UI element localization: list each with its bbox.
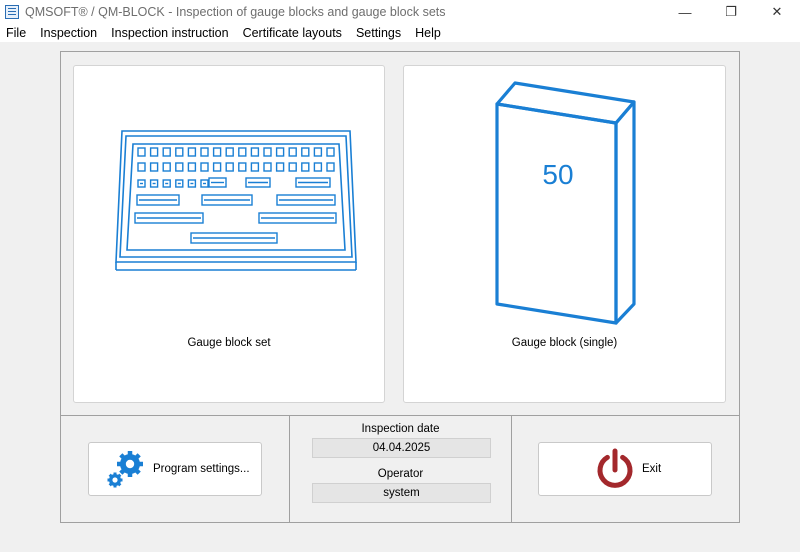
gauge-block-single-tile[interactable]: 50 Gauge block (single) [403, 65, 726, 403]
gauge-block-cell [187, 147, 197, 157]
minimize-icon[interactable]: — [662, 0, 708, 24]
menu-certificate-layouts[interactable]: Certificate layouts [236, 26, 349, 40]
gear-tooth [119, 478, 123, 482]
right-divider [511, 415, 512, 523]
gauge-block-cell [175, 147, 184, 157]
gauge-block-set-icon [115, 130, 357, 271]
gauge-block-cell [238, 162, 247, 172]
gauge-block-cell [137, 147, 146, 157]
gauge-block-cell [275, 147, 285, 157]
program-settings-label: Program settings... [153, 463, 250, 475]
gauge-block-cell [313, 147, 323, 157]
gauge-block-cell [200, 162, 209, 172]
title-bar: QMSOFT® / QM-BLOCK - Inspection of gauge… [0, 0, 800, 24]
gauge-block-cell [250, 162, 260, 172]
gauge-block-cell [301, 162, 310, 172]
gauge-block-cell [250, 147, 260, 157]
operator-label: Operator [377, 468, 424, 480]
gauge-block-cell [149, 162, 159, 172]
menu-file[interactable]: File [0, 26, 33, 40]
menu-inspection[interactable]: Inspection [33, 26, 104, 40]
menu-inspection-instruction[interactable]: Inspection instruction [104, 26, 235, 40]
gear-tooth [138, 461, 143, 467]
gear-icon [107, 451, 143, 488]
gauge-block-cell [263, 147, 272, 157]
gauge-block-cell [275, 162, 285, 172]
gauge-block-cell [238, 147, 247, 157]
inspection-date-label: Inspection date [361, 423, 440, 435]
gauge-block-single-icon: 50 [495, 81, 636, 325]
menu-settings[interactable]: Settings [349, 26, 408, 40]
gauge-block-cell [212, 162, 222, 172]
gauge-block-cell [288, 162, 297, 172]
gauge-block-cell [301, 147, 310, 157]
window-controls: — ❐ ✕ [662, 0, 800, 24]
gauge-block-size-text: 50 [542, 159, 573, 190]
gear-tooth [113, 484, 117, 488]
power-icon [597, 448, 633, 488]
gauge-block-cell [313, 162, 323, 172]
menu-bar: File Inspection Inspection instruction C… [0, 24, 800, 42]
gauge-block-cell [175, 162, 184, 172]
gauge-block-cell [162, 162, 171, 172]
inspection-date-field: 04.04.2025 [312, 438, 491, 458]
gauge-block-cell [149, 147, 159, 157]
main-panel: Gauge block set 50 Gauge block (single) [60, 51, 740, 523]
gauge-block-cell [326, 162, 335, 172]
gauge-block-cell [137, 162, 146, 172]
gear-tooth [127, 472, 133, 477]
inspection-info-panel: Inspection date 04.04.2025 Operator syst… [290, 416, 511, 523]
gauge-block-cell [326, 147, 335, 157]
gauge-block-cell [187, 162, 197, 172]
maximize-icon[interactable]: ❐ [708, 0, 754, 24]
gear-tooth [107, 478, 111, 482]
gauge-block-cell [162, 147, 171, 157]
close-icon[interactable]: ✕ [754, 0, 800, 24]
gear-tooth [113, 472, 117, 476]
gauge-block-cell [288, 147, 297, 157]
gauge-block-cell [225, 162, 234, 172]
gear-tooth [117, 461, 122, 467]
gauge-block-cell [225, 147, 234, 157]
gauge-block-cell [263, 162, 272, 172]
program-settings-button[interactable]: Program settings... [88, 442, 262, 496]
gauge-block-cell [212, 147, 222, 157]
exit-button[interactable]: Exit [538, 442, 712, 496]
gauge-block-set-label: Gauge block set [187, 337, 271, 349]
menu-help[interactable]: Help [408, 26, 448, 40]
gear-tooth [127, 451, 133, 456]
gauge-block-set-tile[interactable]: Gauge block set [73, 65, 385, 403]
gauge-block-single-label: Gauge block (single) [511, 337, 618, 349]
gauge-block-cell [200, 147, 209, 157]
operator-field: system [312, 483, 491, 503]
window-title: QMSOFT® / QM-BLOCK - Inspection of gauge… [25, 5, 446, 19]
exit-label: Exit [642, 463, 662, 475]
app-icon [5, 5, 19, 19]
